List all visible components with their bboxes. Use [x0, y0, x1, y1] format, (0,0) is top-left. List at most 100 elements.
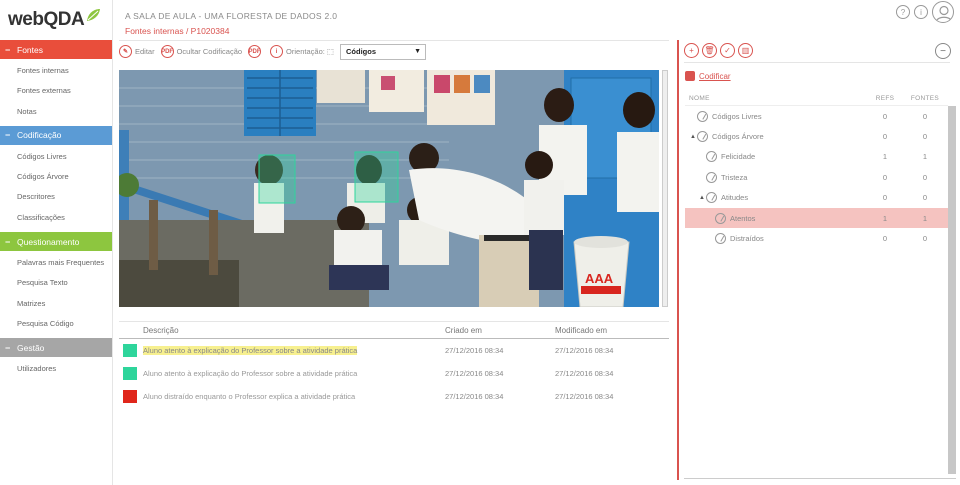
sidebar-item[interactable]: Descritores: [0, 187, 112, 207]
code-node-icon: [706, 192, 717, 204]
breadcrumb[interactable]: Fontes internas / P1020384: [125, 26, 229, 36]
section-items: Palavras mais Frequentes Pesquisa Texto Ma…: [0, 251, 112, 338]
columns-icon[interactable]: ▥: [738, 43, 753, 58]
view-select[interactable]: Códigos ▼: [340, 43, 426, 60]
code-color-swatch: [123, 344, 137, 357]
toolbar-button[interactable]: PDF: [248, 45, 264, 58]
sidebar-item[interactable]: Matrizes: [0, 294, 112, 314]
tree-node-refs: 0: [882, 132, 888, 142]
panel-divider[interactable]: [677, 40, 679, 480]
tree-node[interactable]: Atentos 1 1: [685, 207, 948, 229]
row-created: 27/12/2016 08:34: [445, 369, 504, 378]
table-row[interactable]: Aluno distraído enquanto o Professor exp…: [119, 385, 669, 408]
section-header-2[interactable]: − Questionamento: [0, 232, 112, 252]
tree-node-name: Códigos Árvore: [712, 132, 764, 142]
row-modified: 27/12/2016 08:34: [555, 392, 614, 401]
svg-text:AAA: AAA: [585, 271, 614, 286]
tree-node[interactable]: Tristeza 0 0: [685, 167, 948, 187]
code-node-icon: [706, 151, 717, 163]
tree-body: Códigos Livres 0 0 ▲ Códigos Árvore 0 0 Felicid…: [685, 106, 948, 249]
tree-node-refs: 0: [882, 111, 888, 121]
tree-node-refs: 0: [882, 172, 888, 182]
col-created[interactable]: Criado em: [445, 326, 555, 335]
add-code-icon[interactable]: +: [684, 43, 699, 58]
row-description: Aluno distraído enquanto o Professor exp…: [143, 392, 356, 401]
code-color-swatch: [123, 367, 137, 380]
table-row[interactable]: Aluno atento à explicação do Professor s…: [119, 339, 669, 362]
expand-toggle-icon[interactable]: ▲: [689, 134, 697, 140]
toolbar-button[interactable]: PDF Ocultar Codificação: [160, 45, 242, 58]
tree-col-name[interactable]: NOME: [685, 95, 865, 102]
section-header-1[interactable]: − Codificação: [0, 125, 112, 145]
tree-node-sources: 0: [922, 193, 928, 203]
tree-header: NOME REFS FONTES: [685, 92, 948, 106]
tree-scrollbar[interactable]: [948, 106, 956, 474]
section-header-0[interactable]: − Fontes: [0, 40, 112, 59]
sidebar-item[interactable]: Notas: [0, 102, 112, 122]
section-title: Codificação: [17, 130, 62, 141]
user-avatar-icon[interactable]: [932, 1, 954, 23]
delete-code-icon[interactable]: 🗑: [702, 43, 717, 58]
tree-node-refs: 0: [882, 234, 888, 244]
sidebar-item[interactable]: Utilizadores: [0, 359, 112, 379]
section-title: Questionamento: [17, 236, 80, 247]
sidebar-item[interactable]: Pesquisa Texto: [0, 273, 112, 293]
row-modified: 27/12/2016 08:34: [555, 369, 614, 378]
section-header-3[interactable]: − Gestão: [0, 338, 112, 358]
codify-button[interactable]: Codificar: [685, 71, 731, 81]
classroom-photo: AAA: [119, 70, 659, 307]
toolbar-button-label: Editar: [135, 47, 155, 56]
source-image[interactable]: AAA: [119, 70, 659, 307]
export-icon: PDF: [248, 45, 262, 58]
view-select-value: Códigos: [346, 47, 376, 56]
table-row[interactable]: Aluno atento à explicação do Professor s…: [119, 362, 669, 385]
section-items: Utilizadores: [0, 357, 112, 383]
tree-node[interactable]: ▲ Atitudes 0 0: [685, 188, 948, 208]
toolbar-button[interactable]: ✎ Editar: [119, 45, 155, 58]
info-icon: i: [270, 45, 284, 58]
table-body: Aluno atento à explicação do Professor s…: [119, 339, 669, 408]
sidebar-item[interactable]: Códigos Livres: [0, 147, 112, 167]
collapse-icon: −: [5, 44, 11, 55]
tree-node-name: Atentos: [730, 213, 756, 223]
expand-toggle-icon[interactable]: ▲: [698, 195, 706, 201]
tree-node[interactable]: Felicidade 1 1: [685, 147, 948, 167]
collapse-icon: −: [5, 236, 11, 247]
collapse-panel-icon[interactable]: −: [935, 43, 951, 59]
tree-node[interactable]: ▲ Códigos Árvore 0 0: [685, 126, 948, 146]
check-code-icon[interactable]: ✓: [720, 43, 735, 58]
info-icon[interactable]: i: [914, 5, 928, 19]
table-header: Descrição Criado em Modificado em: [119, 321, 669, 339]
edit-icon: ✎: [119, 45, 132, 58]
tree-col-sources[interactable]: FONTES: [905, 95, 945, 102]
code-tools: + 🗑 ✓ ▥: [684, 43, 753, 58]
sidebar-item[interactable]: Fontes externas: [0, 81, 112, 101]
row-description: Aluno atento à explicação do Professor s…: [143, 346, 358, 355]
section-items: Códigos Livres Códigos Árvore Descritores C…: [0, 145, 112, 232]
col-description[interactable]: Descrição: [143, 326, 445, 335]
col-modified[interactable]: Modificado em: [555, 326, 655, 335]
code-node-icon: [697, 110, 708, 122]
image-scrollbar[interactable]: [662, 70, 668, 307]
project-title: A SALA DE AULA - UMA FLORESTA DE DADOS 2…: [125, 11, 338, 21]
toolbar-button[interactable]: i Orientação: ⬚: [270, 45, 334, 58]
sidebar-sections: − Fontes Fontes internas Fontes externas Not…: [0, 40, 112, 384]
sidebar-item[interactable]: Classificações: [0, 208, 112, 228]
help-icon[interactable]: ?: [896, 5, 910, 19]
tree-node[interactable]: Distraídos 0 0: [685, 228, 948, 248]
tree-node-sources: 0: [922, 132, 928, 142]
code-node-icon: [706, 171, 717, 183]
sidebar-item[interactable]: Palavras mais Frequentes: [0, 253, 112, 273]
tree-node-name: Códigos Livres: [712, 111, 762, 121]
toolbar-button-label: Orientação: ⬚: [286, 47, 334, 56]
tree-node-sources: 0: [922, 172, 928, 182]
row-created: 27/12/2016 08:34: [445, 392, 504, 401]
sidebar-item[interactable]: Pesquisa Código: [0, 314, 112, 334]
sidebar-item[interactable]: Códigos Árvore: [0, 167, 112, 187]
code-node-icon: [715, 233, 726, 245]
tree-node[interactable]: Códigos Livres 0 0: [685, 106, 948, 126]
code-tree: NOME REFS FONTES Códigos Livres 0 0 ▲ Código…: [685, 92, 948, 249]
codify-label: Codificar: [699, 71, 731, 81]
sidebar-item[interactable]: Fontes internas: [0, 61, 112, 81]
tree-col-refs[interactable]: REFS: [865, 95, 905, 102]
